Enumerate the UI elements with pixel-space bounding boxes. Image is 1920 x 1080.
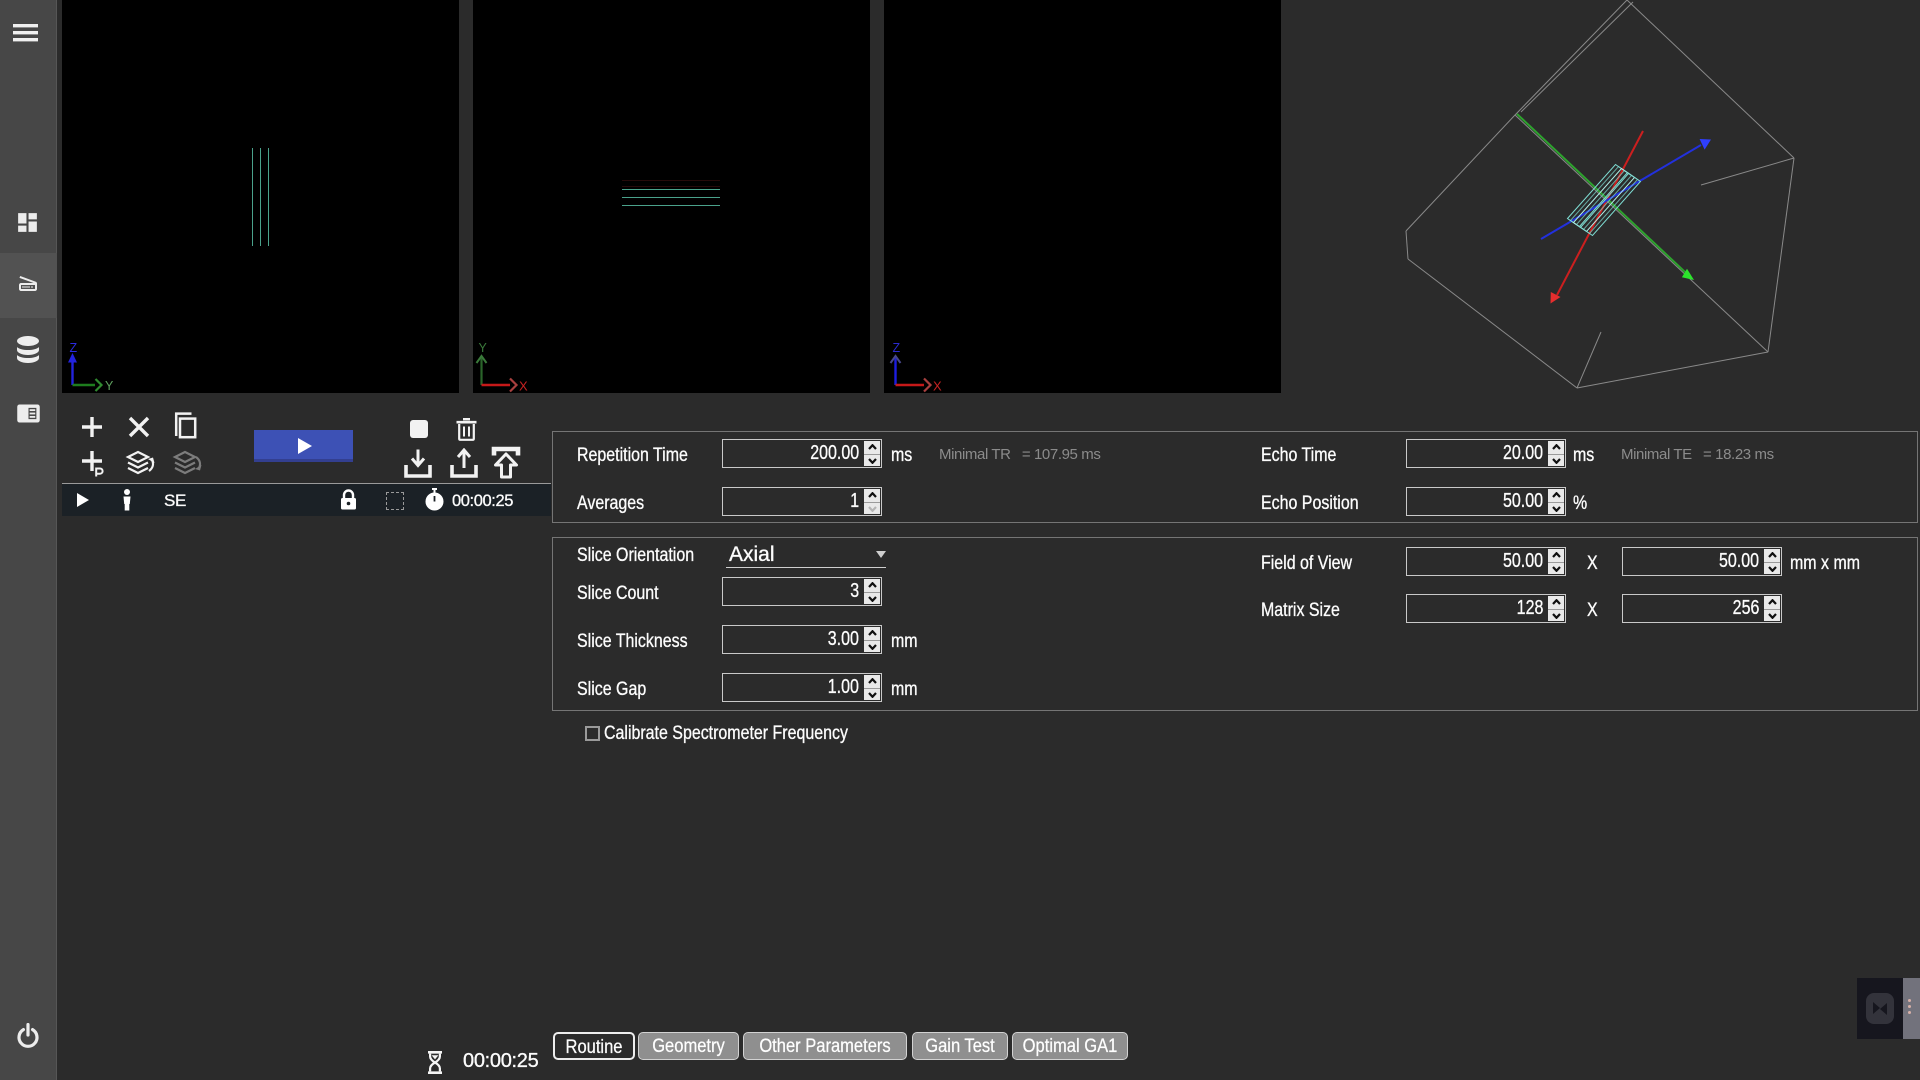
svg-text:X: X [519,379,528,394]
svg-text:Y: Y [105,379,114,393]
svg-text:Z: Z [70,341,78,355]
svg-text:X: X [933,379,942,394]
svg-text:Z: Z [893,341,901,355]
svg-text:Y: Y [479,341,488,355]
